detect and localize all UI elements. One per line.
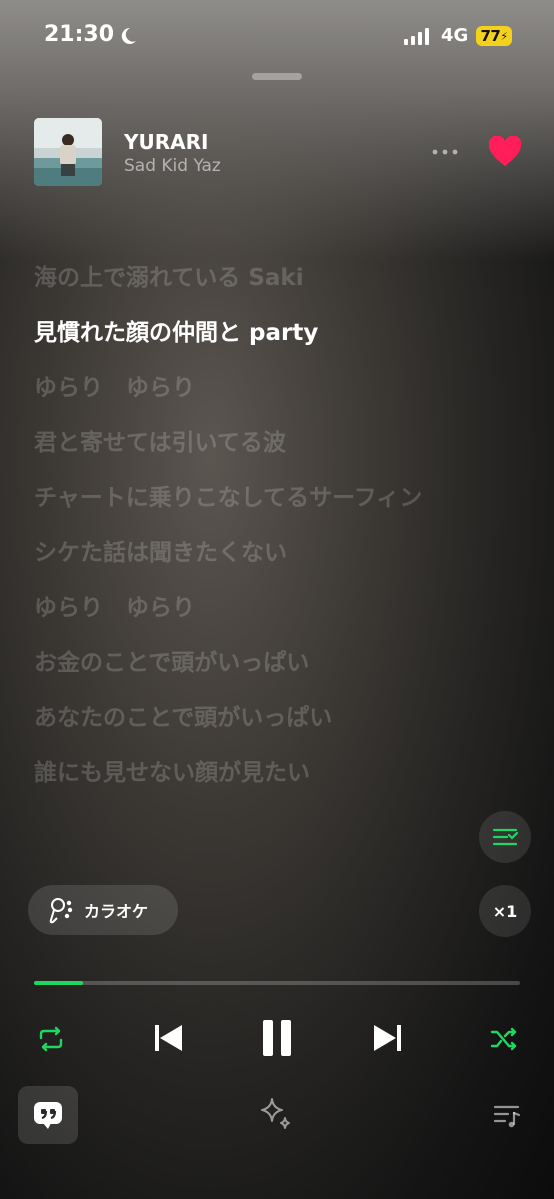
signal-icon [404, 28, 429, 45]
next-button[interactable] [368, 1018, 408, 1058]
playlist-icon [493, 1105, 521, 1128]
network-label: 4G [441, 25, 469, 46]
status-time: 21:30 [44, 22, 115, 47]
lyrics-icon [34, 1102, 62, 1129]
pause-button[interactable] [255, 1016, 299, 1060]
lyric-line[interactable]: お金のことで頭がいっぱい [34, 647, 454, 680]
karaoke-button[interactable]: カラオケ [28, 885, 178, 935]
lyric-line[interactable]: シケた話は聞きたくない [34, 537, 454, 570]
lyric-line[interactable]: 海の上で溺れている Saki [34, 262, 454, 295]
lyric-line[interactable]: あなたのことで頭がいっぱい [34, 702, 454, 735]
next-icon [374, 1025, 401, 1051]
lyrics-list[interactable]: 海の上で溺れている Saki 見慣れた顔の仲間と party ゆらり ゆらり 君と寄せ… [34, 262, 454, 812]
battery-indicator: 77 ⚡ [476, 26, 512, 46]
karaoke-mic-icon [49, 898, 73, 924]
repeat-icon [39, 1026, 63, 1052]
heart-icon[interactable] [488, 135, 522, 172]
lyric-line[interactable]: ゆらり ゆらり [34, 592, 454, 625]
pause-icon [263, 1020, 291, 1056]
sparkle-icon [261, 1098, 290, 1129]
shuffle-icon [490, 1027, 517, 1051]
sparkle-button[interactable] [256, 1094, 296, 1134]
track-artist[interactable]: Sad Kid Yaz [124, 156, 221, 176]
lyric-line[interactable]: 誰にも見せない顔が見たい [34, 757, 454, 790]
playback-speed-button[interactable]: ×1 [479, 885, 531, 937]
progress-bar[interactable] [34, 981, 520, 985]
album-art[interactable] [34, 118, 102, 186]
repeat-button[interactable] [30, 1020, 72, 1058]
queue-button[interactable] [479, 811, 531, 863]
lyric-line[interactable]: チャートに乗りこなしてるサーフィン [34, 482, 454, 515]
more-icon[interactable] [430, 140, 460, 168]
playlist-button[interactable] [488, 1098, 526, 1134]
lyric-line[interactable]: 見慣れた顔の仲間と party [34, 317, 454, 350]
sheet-grabber[interactable] [252, 73, 302, 80]
karaoke-label: カラオケ [84, 902, 149, 921]
lyrics-tab[interactable] [18, 1086, 78, 1144]
track-title: YURARI [124, 130, 209, 154]
moon-icon [118, 26, 138, 50]
previous-icon [155, 1025, 182, 1051]
playback-speed-label: ×1 [492, 901, 518, 921]
shuffle-button[interactable] [484, 1020, 524, 1058]
lyric-line[interactable]: ゆらり ゆらり [34, 372, 454, 405]
lyric-line[interactable]: 君と寄せては引いてる波 [34, 427, 454, 460]
previous-button[interactable] [148, 1018, 188, 1058]
queue-icon [492, 828, 519, 846]
battery-level: 77 [480, 27, 501, 45]
progress-fill [34, 981, 83, 985]
